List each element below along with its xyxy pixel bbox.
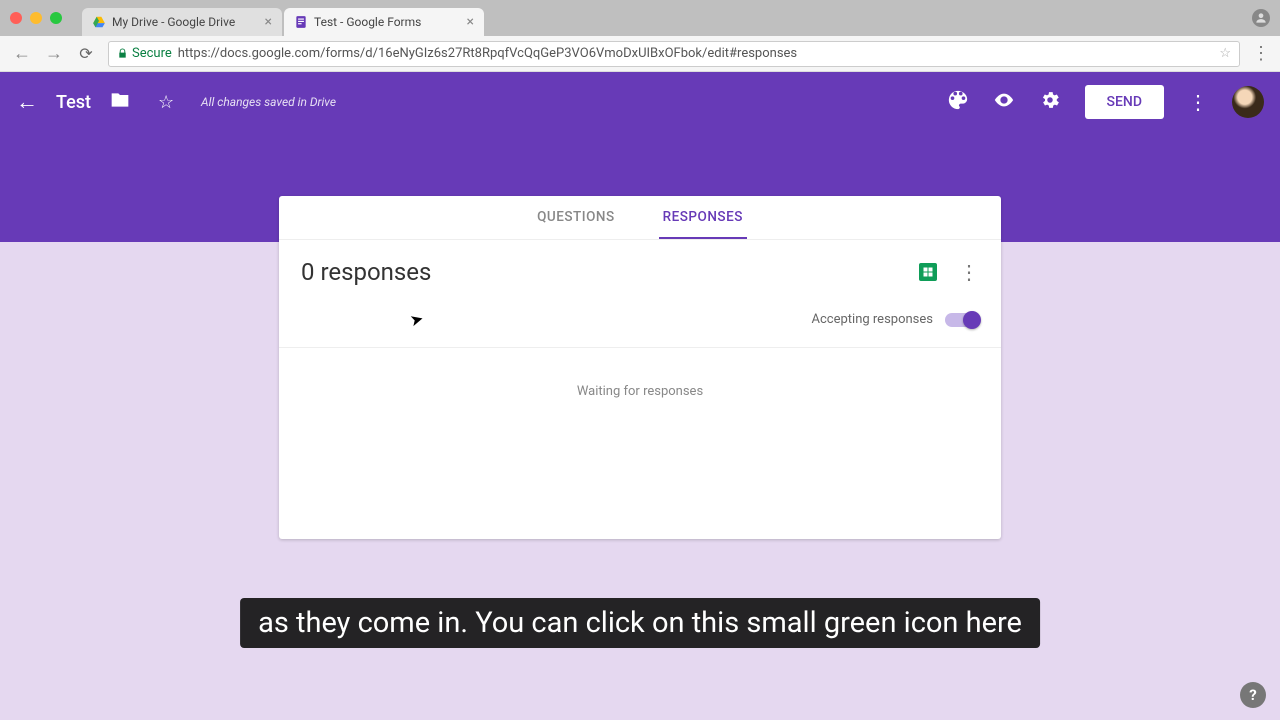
video-caption: as they come in. You can click on this s…	[240, 598, 1040, 648]
more-menu-icon[interactable]: ⋮	[1188, 90, 1208, 114]
secure-indicator: Secure	[117, 46, 172, 61]
close-tab-icon[interactable]: ×	[265, 14, 272, 30]
lock-icon	[117, 48, 128, 59]
maximize-window-button[interactable]	[50, 12, 62, 24]
browser-tab-drive[interactable]: My Drive - Google Drive ×	[82, 8, 282, 36]
settings-icon[interactable]	[1039, 89, 1061, 115]
star-icon[interactable]: ☆	[155, 92, 177, 113]
forms-favicon-icon	[294, 15, 308, 29]
preview-icon[interactable]	[993, 89, 1015, 115]
tab-title: Test - Google Forms	[314, 15, 421, 29]
secure-label: Secure	[132, 46, 172, 61]
back-arrow-icon[interactable]: ←	[16, 89, 38, 115]
chrome-profile-icon[interactable]	[1252, 9, 1270, 27]
save-status: All changes saved in Drive	[201, 95, 336, 109]
chrome-menu-icon[interactable]: ⋮	[1252, 43, 1268, 64]
tab-responses[interactable]: RESPONSES	[659, 196, 747, 239]
palette-icon[interactable]	[947, 89, 969, 115]
send-button[interactable]: SEND	[1085, 85, 1164, 119]
card-tabs: QUESTIONS RESPONSES	[279, 196, 1001, 240]
account-avatar[interactable]	[1232, 86, 1264, 118]
accepting-toggle[interactable]	[945, 313, 979, 327]
close-tab-icon[interactable]: ×	[467, 14, 474, 30]
drive-favicon-icon	[92, 15, 106, 29]
window-chrome: My Drive - Google Drive × Test - Google …	[0, 0, 1280, 36]
toggle-knob	[963, 311, 981, 329]
help-button[interactable]: ?	[1240, 682, 1266, 708]
browser-toolbar: ← → ⟳ Secure https://docs.google.com/for…	[0, 36, 1280, 72]
waiting-message: Waiting for responses	[279, 348, 1001, 539]
url-text: https://docs.google.com/forms/d/16eNyGIz…	[178, 46, 797, 61]
form-title[interactable]: Test	[56, 92, 91, 113]
tab-questions[interactable]: QUESTIONS	[533, 196, 619, 239]
folder-icon[interactable]	[109, 90, 131, 115]
close-window-button[interactable]	[10, 12, 22, 24]
reload-button[interactable]: ⟳	[76, 44, 96, 63]
browser-tab-forms[interactable]: Test - Google Forms ×	[284, 8, 484, 36]
response-count: 0 responses	[301, 258, 431, 286]
minimize-window-button[interactable]	[30, 12, 42, 24]
bookmark-star-icon[interactable]: ☆	[1219, 46, 1231, 61]
form-card: QUESTIONS RESPONSES 0 responses ⋮ Accept…	[279, 196, 1001, 539]
accepting-label: Accepting responses	[812, 312, 934, 327]
tab-title: My Drive - Google Drive	[112, 15, 235, 29]
forward-button[interactable]: →	[44, 43, 64, 64]
back-button[interactable]: ←	[12, 43, 32, 64]
address-bar[interactable]: Secure https://docs.google.com/forms/d/1…	[108, 41, 1240, 67]
responses-menu-icon[interactable]: ⋮	[959, 260, 979, 284]
sheets-icon[interactable]	[919, 263, 937, 281]
